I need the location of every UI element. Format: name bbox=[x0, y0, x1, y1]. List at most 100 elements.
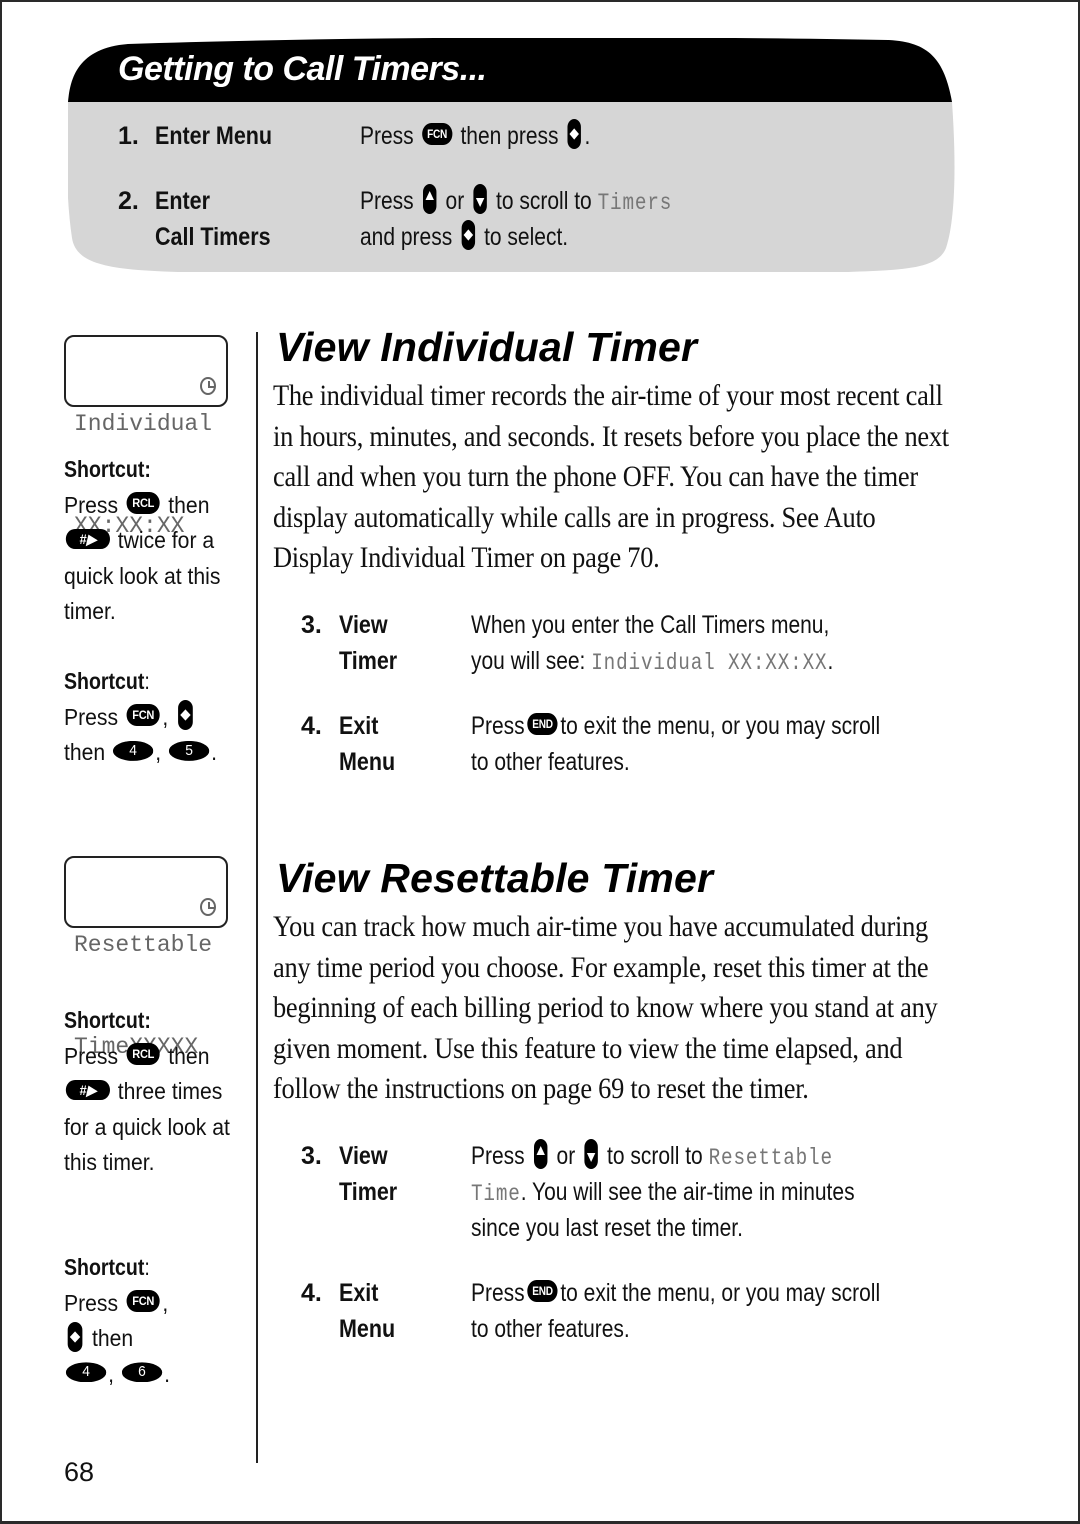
column-divider bbox=[256, 332, 258, 1463]
text: , bbox=[155, 739, 162, 765]
clock-icon bbox=[200, 377, 216, 395]
text: Press bbox=[471, 1142, 525, 1170]
scroll-up-key-icon bbox=[533, 1139, 548, 1170]
shortcut-resettable-menu: Shortcut: Press FCN, then 4, 6. bbox=[64, 1250, 249, 1392]
resettable-timer-display: Resettable TimeXXXXX bbox=[64, 856, 228, 1060]
step-number: 4. bbox=[301, 712, 322, 740]
step-number: 4. bbox=[301, 1279, 322, 1307]
resettable-step-4: 4. Exit Menu Press END to exit the menu, o… bbox=[301, 1275, 981, 1355]
step-name: View bbox=[339, 611, 388, 639]
resettable-step-3: 3. View Timer Press or to scroll to Rese… bbox=[301, 1138, 981, 1253]
hash-key-icon: #▶ bbox=[65, 1079, 110, 1100]
text: Press bbox=[64, 703, 119, 730]
text: . bbox=[164, 1360, 170, 1387]
text: then bbox=[168, 491, 210, 518]
step-description: Press FCN then press . bbox=[360, 118, 590, 154]
text: Press bbox=[64, 1289, 119, 1316]
shortcut-individual-recall: Shortcut: Press RCL then #▶ twice for a … bbox=[64, 452, 249, 630]
step-name: Enter bbox=[155, 187, 210, 215]
text: to scroll to bbox=[607, 1142, 703, 1170]
display-line-1: Individual bbox=[74, 411, 213, 437]
step-description: Press END to exit the menu, or you may scr… bbox=[471, 708, 880, 744]
text: or bbox=[556, 1142, 576, 1170]
section-body-resettable: You can track how much air-time you have… bbox=[273, 910, 938, 1106]
key-5-icon: 5 bbox=[168, 740, 210, 761]
step-description: When you enter the Call Timers menu, bbox=[471, 611, 830, 639]
step-description: you will see: Individual XX:XX:XX. bbox=[471, 643, 833, 681]
text: to exit the menu, or you may scroll bbox=[560, 712, 881, 740]
hash-key-icon: #▶ bbox=[65, 528, 110, 549]
step-name: Menu bbox=[339, 1315, 396, 1343]
rcl-key-icon: RCL bbox=[126, 492, 160, 515]
desc-text: . bbox=[584, 122, 591, 150]
fcn-key-icon: FCN bbox=[422, 123, 453, 146]
text: , bbox=[108, 1360, 115, 1387]
fcn-key-icon: FCN bbox=[126, 704, 160, 727]
text: to exit the menu, or you may scroll bbox=[560, 1279, 881, 1307]
desc-text: then press bbox=[460, 122, 559, 150]
text: then bbox=[64, 739, 106, 765]
select-key-icon bbox=[177, 700, 193, 731]
step-number: 1. bbox=[118, 122, 139, 150]
text: , bbox=[162, 1289, 169, 1316]
step-name: Call Timers bbox=[155, 223, 271, 251]
step-name: View bbox=[339, 1142, 388, 1170]
shortcut-resettable-recall: Shortcut: Press RCL then #▶ three times … bbox=[64, 1003, 249, 1181]
step-name: Enter Menu bbox=[155, 122, 273, 150]
step-number: 2. bbox=[118, 187, 139, 215]
step-description: Press or to scroll to Resettable bbox=[471, 1138, 833, 1176]
text: Press bbox=[471, 1279, 525, 1307]
individual-step-3: 3. View Timer When you enter the Call Ti… bbox=[301, 607, 981, 687]
select-key-icon bbox=[461, 220, 475, 251]
desc-text: Press bbox=[360, 122, 414, 150]
key-4-icon: 4 bbox=[112, 740, 154, 761]
step-description: Press or to scroll to Timers bbox=[360, 183, 672, 221]
header-step-2: 2. Enter Call Timers Press or to scroll … bbox=[118, 183, 938, 263]
shortcut-title: Shortcut: bbox=[64, 668, 150, 694]
select-key-icon bbox=[567, 119, 582, 150]
step-number: 3. bbox=[301, 611, 322, 639]
shortcut-text: Press RCL then #▶ twice for a quick look… bbox=[64, 488, 234, 630]
text: . You will see the air-time in minutes bbox=[520, 1178, 855, 1206]
clock-icon bbox=[200, 898, 216, 916]
step-description: to other features. bbox=[471, 748, 630, 776]
end-key-icon: END bbox=[527, 1280, 558, 1303]
desc-text: to scroll to bbox=[496, 187, 592, 215]
text: Press bbox=[64, 491, 119, 518]
text: . bbox=[827, 647, 834, 675]
scroll-down-key-icon bbox=[584, 1139, 598, 1170]
header-step-1: 1. Enter Menu Press FCN then press . bbox=[118, 118, 938, 158]
text: , bbox=[162, 703, 169, 730]
step-name: Exit bbox=[339, 712, 379, 740]
step-description: Time. You will see the air-time in minut… bbox=[471, 1174, 855, 1212]
text: Press bbox=[471, 712, 525, 740]
text: then bbox=[168, 1042, 210, 1069]
section-title-resettable: View Resettable Timer bbox=[276, 855, 714, 901]
text: then bbox=[91, 1325, 134, 1351]
page-number: 68 bbox=[64, 1457, 95, 1487]
rcl-key-icon: RCL bbox=[126, 1043, 160, 1066]
lcd-text-individual: Individual XX:XX:XX bbox=[591, 650, 828, 676]
shortcut-text: Press RCL then #▶ three times for a quic… bbox=[64, 1039, 234, 1181]
shortcut-title: Shortcut: bbox=[64, 1007, 151, 1033]
key-4-icon: 4 bbox=[65, 1362, 107, 1383]
desc-text: Press bbox=[360, 187, 414, 215]
getting-to-call-timers-banner: Getting to Call Timers... 1. Enter Menu … bbox=[68, 38, 956, 274]
section-body-individual: The individual timer records the air-tim… bbox=[273, 379, 949, 575]
desc-text: to select. bbox=[484, 223, 569, 251]
lcd-text-time: Time bbox=[471, 1181, 521, 1207]
step-description: Press END to exit the menu, or you may scr… bbox=[471, 1275, 880, 1311]
shortcut-title: Shortcut: bbox=[64, 1254, 150, 1280]
desc-text: and press bbox=[360, 223, 453, 251]
text: Press bbox=[64, 1042, 119, 1069]
key-6-icon: 6 bbox=[121, 1362, 163, 1383]
section-title-individual: View Individual Timer bbox=[276, 324, 698, 370]
step-number: 3. bbox=[301, 1142, 322, 1170]
fcn-key-icon: FCN bbox=[126, 1290, 160, 1313]
display-line-1: Resettable bbox=[74, 932, 213, 958]
end-key-icon: END bbox=[527, 713, 558, 736]
manual-page: Getting to Call Timers... 1. Enter Menu … bbox=[0, 0, 1080, 1524]
shortcut-individual-menu: Shortcut: Press FCN, then 4, 5. bbox=[64, 664, 249, 771]
lcd-text-timers: Timers bbox=[597, 190, 673, 216]
individual-step-4: 4. Exit Menu Press END to exit the menu, o… bbox=[301, 708, 981, 788]
